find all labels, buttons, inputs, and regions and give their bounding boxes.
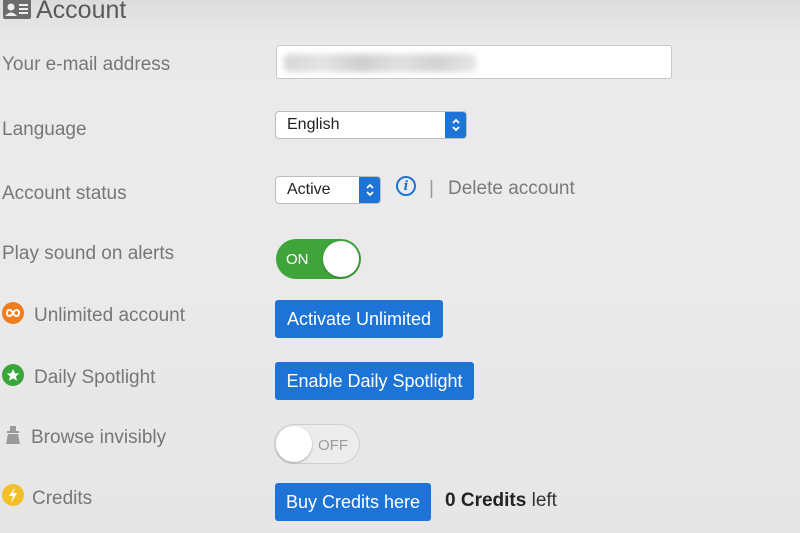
account-status-label: Account status	[2, 183, 127, 204]
account-status-selected-value: Active	[287, 181, 331, 198]
select-arrows-icon	[359, 177, 380, 203]
incognito-icon	[2, 424, 24, 446]
play-sound-label: Play sound on alerts	[2, 243, 175, 264]
language-label: Language	[2, 119, 87, 140]
account-status-select[interactable]: Active	[275, 176, 381, 204]
page-title: Account	[36, 0, 127, 24]
language-select[interactable]: English	[275, 111, 467, 139]
infinity-icon	[2, 302, 24, 324]
contact-card-icon	[2, 0, 32, 20]
browse-invisibly-toggle[interactable]: OFF	[274, 424, 360, 464]
email-label: Your e-mail address	[2, 54, 171, 75]
unlimited-account-label: Unlimited account	[34, 305, 186, 326]
credits-count-value: 0 Credits	[445, 490, 527, 511]
browse-invisibly-label: Browse invisibly	[31, 427, 167, 448]
buy-credits-button[interactable]: Buy Credits here	[275, 483, 431, 521]
credits-count-suffix: left	[526, 490, 557, 511]
toggle-state-text: OFF	[318, 437, 348, 454]
star-icon	[2, 364, 24, 386]
toggle-state-text: ON	[286, 251, 309, 268]
language-selected-value: English	[287, 116, 340, 133]
credits-label: Credits	[32, 488, 93, 509]
select-arrows-icon	[445, 112, 466, 138]
credits-balance: 0 Credits left	[445, 490, 557, 512]
toggle-knob	[276, 426, 312, 462]
enable-daily-spotlight-button[interactable]: Enable Daily Spotlight	[275, 362, 474, 400]
email-value-obscured	[284, 54, 476, 72]
activate-unlimited-button[interactable]: Activate Unlimited	[275, 300, 443, 338]
play-sound-toggle[interactable]: ON	[276, 239, 361, 279]
toggle-knob	[323, 241, 359, 277]
lightning-icon	[2, 484, 24, 506]
info-icon[interactable]: i	[396, 176, 416, 196]
separator: |	[429, 178, 434, 199]
delete-account-link[interactable]: Delete account	[448, 178, 575, 200]
daily-spotlight-label: Daily Spotlight	[34, 367, 156, 388]
